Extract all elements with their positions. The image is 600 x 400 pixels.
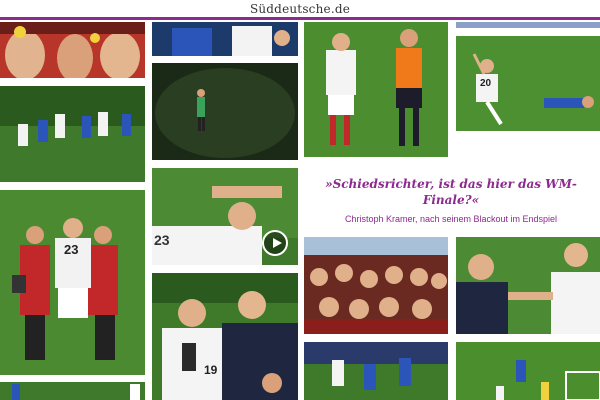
header-accent-rule (0, 17, 600, 20)
photo-fans-cheering[interactable] (0, 20, 145, 78)
photo-player-alone-dark[interactable] (152, 63, 298, 160)
photo-player-asks-referee[interactable] (304, 20, 448, 157)
site-header: Süddeutsche.de (0, 0, 600, 22)
photo-player-injured-helped[interactable]: 23 (0, 190, 145, 375)
site-logo[interactable]: Süddeutsche.de (0, 2, 600, 16)
photo-players-celebrating[interactable] (152, 20, 298, 56)
photo-goal-scene[interactable] (456, 342, 600, 400)
photo-match-action-stadium[interactable] (304, 342, 448, 400)
quote-attribution: Christoph Kramer, nach seinem Blackout i… (344, 214, 558, 224)
photo-crowd-public-viewing[interactable] (304, 237, 448, 334)
photo-handshake-coach-klose[interactable] (456, 237, 600, 334)
photo-player-tackled[interactable]: 20 (456, 36, 600, 131)
jersey-number: 23 (154, 232, 170, 248)
jersey-number: 20 (480, 78, 492, 89)
jersey-number: 23 (64, 242, 79, 257)
play-icon[interactable] (262, 230, 288, 256)
photo-players-running[interactable] (0, 86, 145, 182)
photo-column1-bottom[interactable] (0, 382, 145, 400)
quote-block: »Schiedsrichter, ist das hier das WM-Fin… (304, 176, 598, 224)
quote-text: »Schiedsrichter, ist das hier das WM-Fin… (325, 177, 577, 207)
video-player-lying-down[interactable]: 23 (152, 168, 298, 265)
photo-goetze-and-coach[interactable]: 19 (152, 273, 298, 400)
jersey-number: 19 (204, 363, 218, 377)
